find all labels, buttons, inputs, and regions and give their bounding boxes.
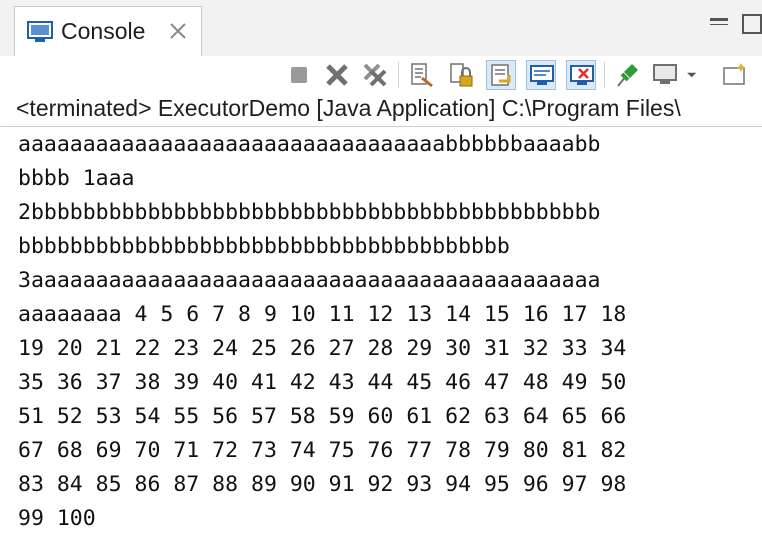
clear-icon [411, 63, 433, 88]
view-tab-bar: Console [0, 0, 762, 57]
word-wrap-icon [491, 64, 511, 86]
close-icon[interactable] [167, 20, 189, 42]
stdout-icon [530, 65, 554, 85]
display-console-dropdown[interactable] [684, 60, 704, 90]
toolbar-separator [398, 62, 399, 88]
console-toolbar [0, 56, 762, 94]
lock-icon [450, 63, 473, 87]
monitor-icon [653, 64, 677, 84]
console-line: bbbb 1aaa [18, 166, 135, 191]
maximize-icon[interactable] [742, 14, 762, 34]
console-line: 99 100 [18, 506, 96, 531]
console-line: 3aaaaaaaaaaaaaaaaaaaaaaaaaaaaaaaaaaaaaaa… [18, 268, 601, 293]
remove-all-terminated-button[interactable] [360, 60, 390, 90]
tab-label: Console [61, 18, 146, 44]
toolbar-separator [604, 62, 605, 88]
tab-console[interactable]: Console [14, 6, 202, 56]
show-on-stderr-button[interactable] [566, 60, 596, 90]
terminate-button[interactable] [284, 60, 314, 90]
process-status-text: <terminated> ExecutorDemo [Java Applicat… [16, 95, 681, 121]
minimize-icon[interactable] [710, 18, 728, 25]
clear-console-button[interactable] [406, 60, 436, 90]
console-line: aaaaaaaaaaaaaaaaaaaaaaaaaaaaaaaaabbbbbba… [18, 132, 601, 157]
console-line: 19 20 21 22 23 24 25 26 27 28 29 30 31 3… [18, 336, 627, 361]
new-console-icon [723, 63, 746, 85]
console-line: 83 84 85 86 87 88 89 90 91 92 93 94 95 9… [18, 472, 627, 497]
remove-launch-button[interactable] [322, 60, 352, 90]
display-selected-console-button[interactable] [650, 60, 680, 90]
remove-icon [326, 64, 348, 86]
open-console-button[interactable] [720, 60, 750, 90]
chevron-down-icon [687, 72, 697, 78]
pin-icon [617, 64, 638, 87]
scroll-lock-button[interactable] [446, 60, 476, 90]
pin-console-button[interactable] [612, 60, 642, 90]
console-line: aaaaaaaa 4 5 6 7 8 9 10 11 12 13 14 15 1… [18, 302, 627, 327]
console-icon [27, 21, 53, 42]
console-output[interactable]: aaaaaaaaaaaaaaaaaaaaaaaaaaaaaaaaabbbbbba… [0, 127, 762, 542]
stderr-icon [570, 65, 594, 85]
show-on-stdout-button[interactable] [526, 60, 556, 90]
console-line: bbbbbbbbbbbbbbbbbbbbbbbbbbbbbbbbbbbbbb [18, 234, 510, 259]
console-line: 2bbbbbbbbbbbbbbbbbbbbbbbbbbbbbbbbbbbbbbb… [18, 200, 601, 225]
window-controls [702, 12, 762, 36]
console-status-line: <terminated> ExecutorDemo [Java Applicat… [0, 94, 762, 127]
console-line: 51 52 53 54 55 56 57 58 59 60 61 62 63 6… [18, 404, 627, 429]
word-wrap-button[interactable] [486, 60, 516, 90]
console-line: 35 36 37 38 39 40 41 42 43 44 45 46 47 4… [18, 370, 627, 395]
remove-all-icon [363, 63, 387, 87]
stop-icon [291, 67, 307, 83]
console-line: 67 68 69 70 71 72 73 74 75 76 77 78 79 8… [18, 438, 627, 463]
